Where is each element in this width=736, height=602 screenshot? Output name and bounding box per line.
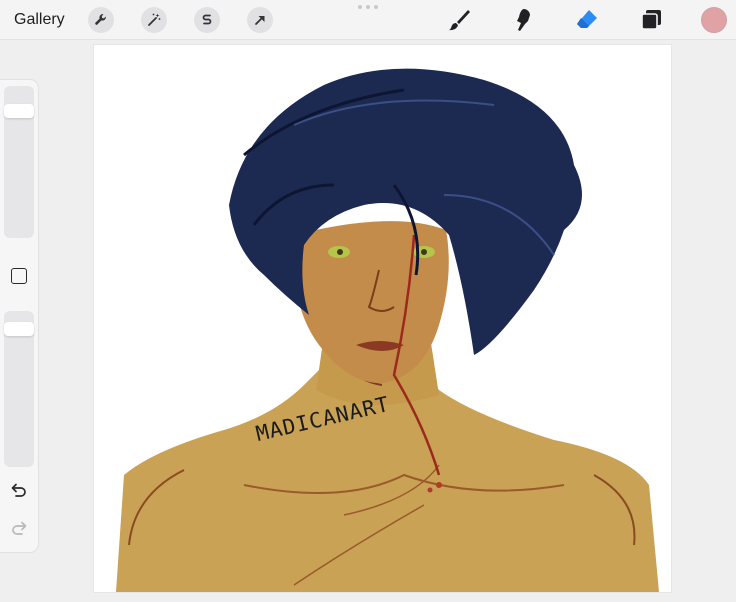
modify-button[interactable] — [11, 268, 27, 284]
undo-icon — [11, 483, 26, 497]
top-toolbar: Gallery — [0, 0, 736, 40]
brush-size-thumb[interactable] — [4, 104, 34, 118]
layers-button[interactable] — [637, 6, 665, 34]
eraser-icon — [577, 10, 597, 28]
opacity-slider[interactable] — [4, 311, 34, 467]
erase-button[interactable] — [573, 6, 601, 34]
brush-icon — [449, 10, 470, 31]
artwork-illustration — [116, 68, 659, 592]
arrow-cursor-icon — [255, 16, 265, 25]
gallery-button[interactable]: Gallery — [14, 9, 65, 31]
toolbar-grabber — [358, 5, 378, 9]
actions-button[interactable] — [88, 7, 114, 33]
selection-button[interactable] — [194, 7, 220, 33]
layers-icon — [641, 10, 661, 30]
wrench-icon — [95, 14, 106, 25]
smudge-button[interactable] — [509, 6, 537, 34]
selection-icon — [202, 14, 212, 25]
procreate-app: Gallery MADICANART — [0, 0, 736, 602]
color-picker-button[interactable] — [701, 7, 727, 33]
magic-wand-icon — [148, 13, 161, 26]
redo-button[interactable] — [7, 518, 31, 538]
undo-button[interactable] — [7, 480, 31, 500]
transform-button[interactable] — [247, 7, 273, 33]
brush-size-slider[interactable] — [4, 86, 34, 238]
paint-button[interactable] — [445, 6, 473, 34]
opacity-thumb[interactable] — [4, 322, 34, 336]
smudge-icon — [517, 9, 530, 31]
left-sidebar — [0, 80, 38, 552]
drawing-canvas[interactable]: MADICANART — [94, 45, 671, 592]
redo-icon — [12, 521, 27, 535]
adjustments-button[interactable] — [141, 7, 167, 33]
